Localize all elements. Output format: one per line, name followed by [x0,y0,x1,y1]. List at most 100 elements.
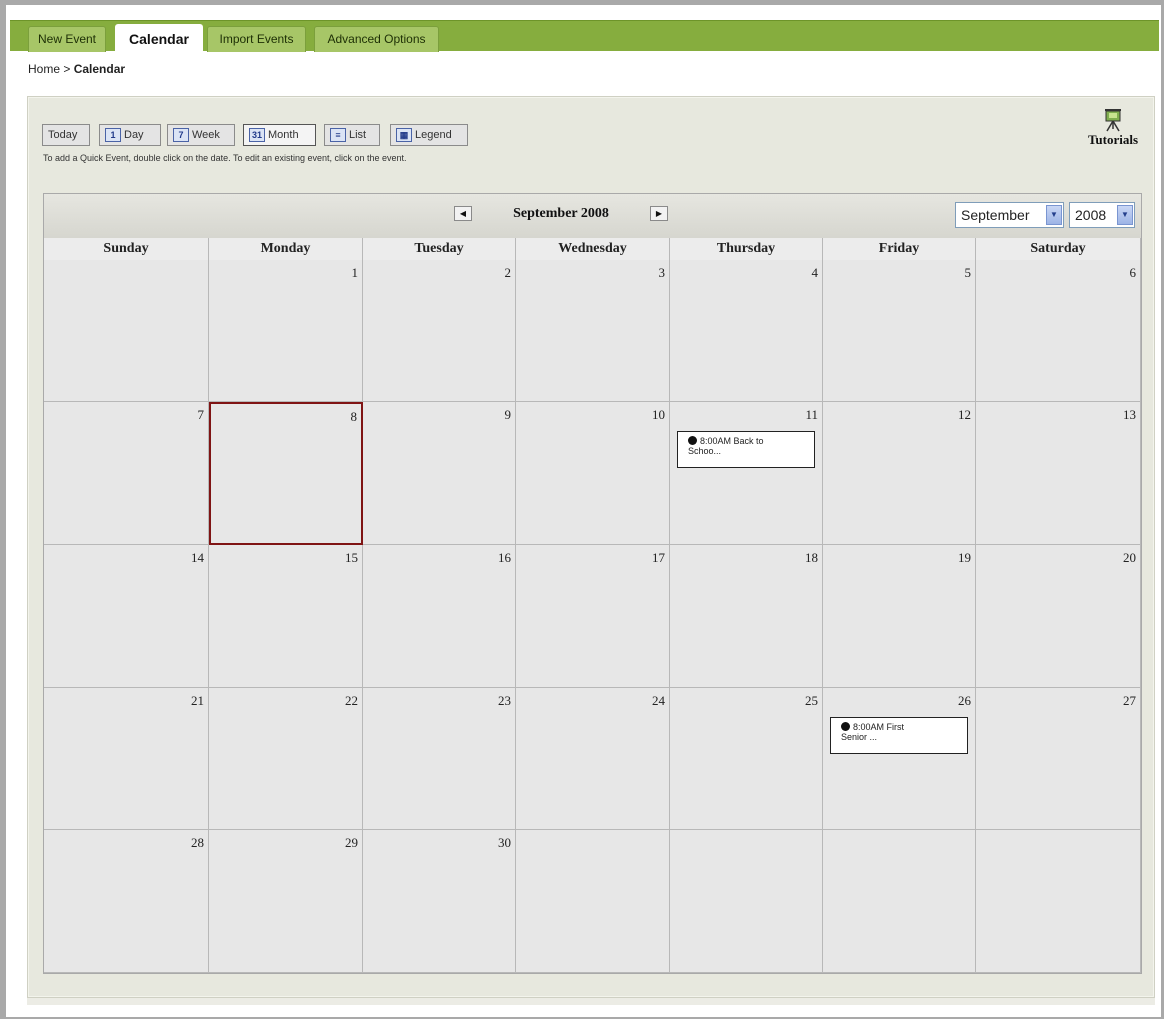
prev-month-button[interactable]: ◀ [454,206,472,221]
day-cell[interactable]: 11 8:00AM Back to Schoo... [670,402,823,545]
list-icon: ≡ [330,128,346,142]
day-number: 11 [805,407,818,422]
day-cell[interactable]: 2 [363,260,516,402]
day-number: 15 [345,550,358,565]
list-label: List [349,129,367,141]
event-title-line2: Schoo... [688,446,722,456]
day-cell[interactable]: 4 [670,260,823,402]
month-icon: 31 [249,128,265,142]
day-number: 29 [345,835,358,850]
tab-advanced-options[interactable]: Advanced Options [314,26,439,52]
day-cell[interactable]: 28 [44,830,209,973]
week-label: Week [192,129,220,141]
day-cell[interactable]: 18 [670,545,823,688]
day-icon: 1 [105,128,121,142]
legend-icon: ▦ [396,128,412,142]
day-cell[interactable]: 27 [976,688,1141,830]
day-cell[interactable]: 3 [516,260,670,402]
weekday-header: Sunday [44,238,209,260]
day-number: 10 [652,407,665,422]
tab-import-events[interactable]: Import Events [207,26,306,52]
day-number: 20 [1123,550,1136,565]
day-cell[interactable]: 5 [823,260,976,402]
day-cell[interactable]: 1 [209,260,363,402]
legend-button[interactable]: ▦ Legend [390,124,468,146]
day-cell[interactable]: 13 [976,402,1141,545]
day-number: 2 [504,265,512,280]
day-number: 13 [1123,407,1136,422]
day-number: 1 [351,265,359,280]
tutorials-link[interactable]: Tutorials [1080,108,1146,160]
year-select-value: 2008 [1075,207,1107,223]
day-number: 9 [504,407,512,422]
event-title-line1: 8:00AM Back to [700,436,764,446]
breadcrumb-home[interactable]: Home [28,62,60,76]
weekday-header-row: Sunday Monday Tuesday Wednesday Thursday Frid… [44,238,1141,261]
day-cell[interactable]: 12 [823,402,976,545]
day-view-button[interactable]: 1 Day [99,124,161,146]
chevron-down-icon: ▼ [1046,205,1062,225]
weekday-header: Thursday [670,238,823,260]
day-number: 27 [1123,693,1136,708]
day-cell[interactable]: 15 [209,545,363,688]
day-number: 14 [191,550,204,565]
day-cell[interactable] [976,830,1141,973]
month-select-value: September [961,207,1030,223]
day-cell[interactable] [516,830,670,973]
day-cell[interactable]: 7 [44,402,209,545]
day-cell[interactable]: 19 [823,545,976,688]
month-label: Month [268,129,299,141]
day-number: 4 [811,265,819,280]
day-cell[interactable] [823,830,976,973]
day-cell[interactable]: 16 [363,545,516,688]
day-number: 19 [958,550,971,565]
day-cell[interactable]: 14 [44,545,209,688]
weekday-header: Wednesday [516,238,670,260]
day-cell[interactable]: 6 [976,260,1141,402]
event-title-line1: 8:00AM First [853,722,905,732]
today-button[interactable]: Today [42,124,90,146]
month-view-button[interactable]: 31 Month [243,124,316,146]
weekday-header: Friday [823,238,976,260]
day-number: 18 [805,550,818,565]
day-cell[interactable]: 20 [976,545,1141,688]
calendar-header: ◀ September 2008 ▶ September ▼ 2008 ▼ [44,194,1141,239]
day-cell[interactable]: 8 [209,402,363,545]
day-cell[interactable]: 25 [670,688,823,830]
day-cell[interactable]: 10 [516,402,670,545]
day-number: 5 [964,265,972,280]
breadcrumb-current: Calendar [73,62,126,76]
tab-calendar[interactable]: Calendar [115,24,203,53]
day-number: 3 [658,265,666,280]
day-number: 23 [498,693,511,708]
list-view-button[interactable]: ≡ List [324,124,380,146]
month-title: September 2008 [513,206,609,221]
day-cell[interactable]: 9 [363,402,516,545]
day-cell[interactable]: 23 [363,688,516,830]
next-month-button[interactable]: ▶ [650,206,668,221]
month-select[interactable]: September ▼ [955,202,1064,228]
day-cell[interactable]: 17 [516,545,670,688]
day-number: 21 [191,693,204,708]
day-cell[interactable]: 29 [209,830,363,973]
day-number: 8 [350,409,358,424]
day-cell[interactable]: 30 [363,830,516,973]
day-cell[interactable] [44,260,209,402]
day-cell[interactable]: 21 [44,688,209,830]
day-cell[interactable]: 26 8:00AM First Senior ... [823,688,976,830]
day-number: 25 [805,693,818,708]
calendar-event[interactable]: 8:00AM Back to Schoo... [677,431,815,468]
event-title-line2: Senior ... [841,732,878,742]
week-view-button[interactable]: 7 Week [167,124,235,146]
breadcrumb: Home > Calendar [28,62,125,76]
tab-new-event[interactable]: New Event [28,26,106,52]
clock-icon [688,436,697,445]
year-select[interactable]: 2008 ▼ [1069,202,1135,228]
day-number: 26 [958,693,971,708]
easel-icon [1105,109,1121,132]
day-cell[interactable] [670,830,823,973]
calendar-event[interactable]: 8:00AM First Senior ... [830,717,968,754]
content-panel-footer [27,998,1155,1005]
day-cell[interactable]: 24 [516,688,670,830]
day-cell[interactable]: 22 [209,688,363,830]
